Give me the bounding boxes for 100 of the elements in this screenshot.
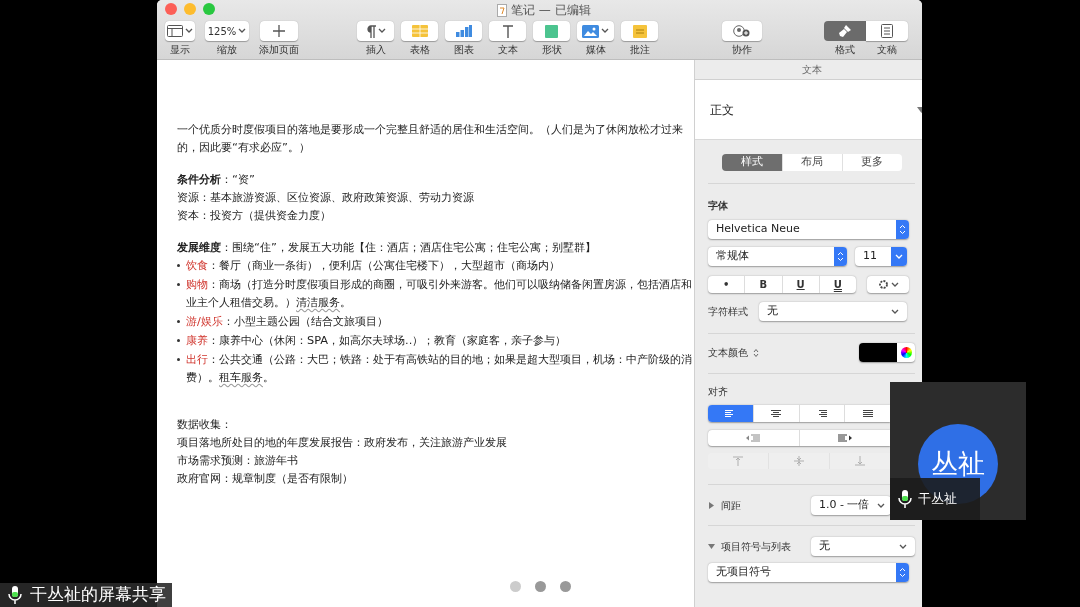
- font-style-button[interactable]: U: [818, 276, 856, 293]
- paragraph-style-picker[interactable]: 正文: [695, 80, 922, 140]
- font-style-button[interactable]: B: [744, 276, 782, 293]
- bullet-icon: [177, 283, 180, 286]
- person-add-icon: [733, 25, 751, 37]
- paragraph: 资本：投资方（提供资金力度）: [177, 207, 332, 224]
- close-button[interactable]: [165, 3, 177, 15]
- paragraph: 资源：基本旅游资源、区位资源、政府政策资源、劳动力资源: [177, 189, 475, 206]
- square-icon: [545, 24, 558, 38]
- bullet-text: 康养：康养中心（休闲：SPA，如高尔夫球场..）；教育（家庭客，亲子参与）: [186, 332, 567, 349]
- bar-chart-icon: [455, 25, 472, 37]
- inspector-tab[interactable]: 布局: [781, 154, 842, 171]
- paragraph: 数据收集：: [177, 416, 233, 433]
- table-icon: [411, 25, 428, 37]
- align-top-icon: [733, 456, 743, 466]
- bullet-icon: [177, 358, 180, 361]
- bullet-text: 游/娱乐：小型主题公园（结合文旅项目）: [186, 313, 388, 330]
- paragraph: 条件分析：“资”: [177, 171, 256, 188]
- color-well[interactable]: [859, 343, 915, 362]
- font-style-button[interactable]: U: [781, 276, 819, 293]
- align-button[interactable]: [752, 405, 799, 422]
- updown-icon: [899, 567, 906, 578]
- indent-icon: [837, 434, 852, 442]
- section-label: 对齐: [708, 385, 729, 399]
- bullet-icon: [177, 264, 180, 267]
- toolbar-button[interactable]: [260, 21, 298, 41]
- toolbar-label: 媒体: [585, 44, 606, 56]
- align-button[interactable]: [708, 405, 753, 422]
- typeface-select[interactable]: 常规体: [708, 247, 847, 266]
- paragraph: 一个优质分时度假项目的落地是要形成一个完整且舒适的居住和生活空间。（人们是为了休闲放松才过来的，因此要“有求必应”。）: [177, 121, 684, 156]
- chevron-icon: [877, 502, 886, 509]
- note-icon: [632, 24, 647, 38]
- align-icon: [771, 409, 782, 418]
- section-label: 间距: [721, 499, 742, 513]
- field-label: 文本颜色: [708, 346, 748, 360]
- list-select[interactable]: 无: [811, 537, 915, 556]
- toolbar-button[interactable]: [445, 21, 482, 41]
- paragraph: 市场需求预测：旅游年书: [177, 452, 299, 469]
- chevron-icon: [890, 281, 899, 288]
- inspector-tab[interactable]: 更多: [841, 154, 902, 171]
- font-style-button[interactable]: •: [708, 276, 745, 293]
- inspector-tab[interactable]: 样式: [721, 154, 782, 171]
- updown-icon: [753, 347, 759, 358]
- microphone-icon: [898, 489, 912, 509]
- pilcrow-icon: [365, 24, 376, 38]
- bullet-text: 出行：公共交通（公路：大巴；铁路：处于有高铁站的目的地；如果是超大型项目，机场：中产阶级的消费）。租车服务。: [186, 351, 692, 386]
- align-button[interactable]: [798, 405, 845, 422]
- layout-icon: [167, 25, 183, 37]
- zoom-button[interactable]: [203, 3, 215, 15]
- chevron-icon: [891, 308, 899, 315]
- toolbar-button[interactable]: [489, 21, 526, 41]
- toolbar-button[interactable]: [357, 21, 394, 41]
- paragraph-style: 正文: [710, 101, 734, 119]
- align-button[interactable]: [844, 405, 890, 422]
- paragraph: 发展维度：围绕“住”，发展五大功能【住：酒店；酒店住宅公寓；住宅公寓；别墅群】: [177, 239, 597, 256]
- toolbar-button[interactable]: [165, 21, 195, 41]
- character-style-select[interactable]: 无: [759, 302, 907, 321]
- size-field[interactable]: 11: [855, 247, 907, 266]
- panel-title: 文本: [801, 63, 822, 77]
- updown-icon: [837, 251, 844, 262]
- panel-toggle[interactable]: [866, 21, 908, 41]
- chevron-icon: [185, 28, 193, 34]
- bullet-text: 购物：商场（打造分时度假项目形成的商圈，可吸引外来游客。他们可以吸纳储备闲置房源，包括酒店和业主个人租借交易。）清洁服务。: [186, 276, 692, 311]
- toolbar-button[interactable]: [722, 21, 762, 41]
- document-icon: [497, 3, 507, 17]
- chevron-icon: [238, 28, 247, 34]
- toolbar-label: 形状: [541, 44, 562, 56]
- font-select[interactable]: Helvetica Neue: [708, 220, 909, 239]
- gear-icon: [877, 279, 889, 290]
- toolbar-label: 文稿: [877, 44, 897, 56]
- document-icon: [881, 24, 893, 38]
- zoom-value: 125%: [207, 24, 237, 39]
- updown-icon: [899, 224, 906, 235]
- paragraph: 项目落地所处目的地的年度发展报告：政府发布，关注旅游产业发展: [177, 434, 508, 451]
- text-icon: [501, 24, 514, 38]
- color-swatch: [859, 343, 897, 362]
- toolbar-label: 文本: [497, 44, 518, 56]
- toolbar-label: 缩放: [217, 44, 237, 56]
- color-wheel-icon: [900, 347, 912, 358]
- toolbar-label: 显示: [170, 44, 190, 56]
- bullet-icon: [177, 339, 180, 342]
- panel-toggle[interactable]: [824, 21, 866, 41]
- plus-icon: [273, 25, 285, 37]
- toolbar-label: 图表: [453, 44, 474, 56]
- spacing-select[interactable]: 1.0 - 一倍: [811, 496, 891, 515]
- toolbar-label: 格式: [835, 44, 855, 56]
- options-button[interactable]: [867, 276, 909, 293]
- toolbar-button[interactable]: 125%: [205, 21, 249, 41]
- bullet-text: 饮食：餐厅（商业一条街），便利店（公寓住宅楼下），大型超市（商场内）: [186, 257, 560, 274]
- toolbar-button[interactable]: [577, 21, 614, 41]
- align-icon: [862, 409, 873, 418]
- align-icon: [816, 409, 827, 418]
- paragraph: 政府官网：规章制度（是否有限制）: [177, 470, 354, 487]
- paintbrush-icon: [838, 24, 852, 38]
- image-icon: [582, 24, 599, 38]
- bullet-style-select[interactable]: 无项目符号: [708, 563, 909, 582]
- section-label: 字体: [708, 199, 729, 213]
- toolbar-label: 协作: [732, 44, 752, 56]
- align-bottom-icon: [855, 456, 865, 466]
- chevron-icon: [377, 28, 386, 34]
